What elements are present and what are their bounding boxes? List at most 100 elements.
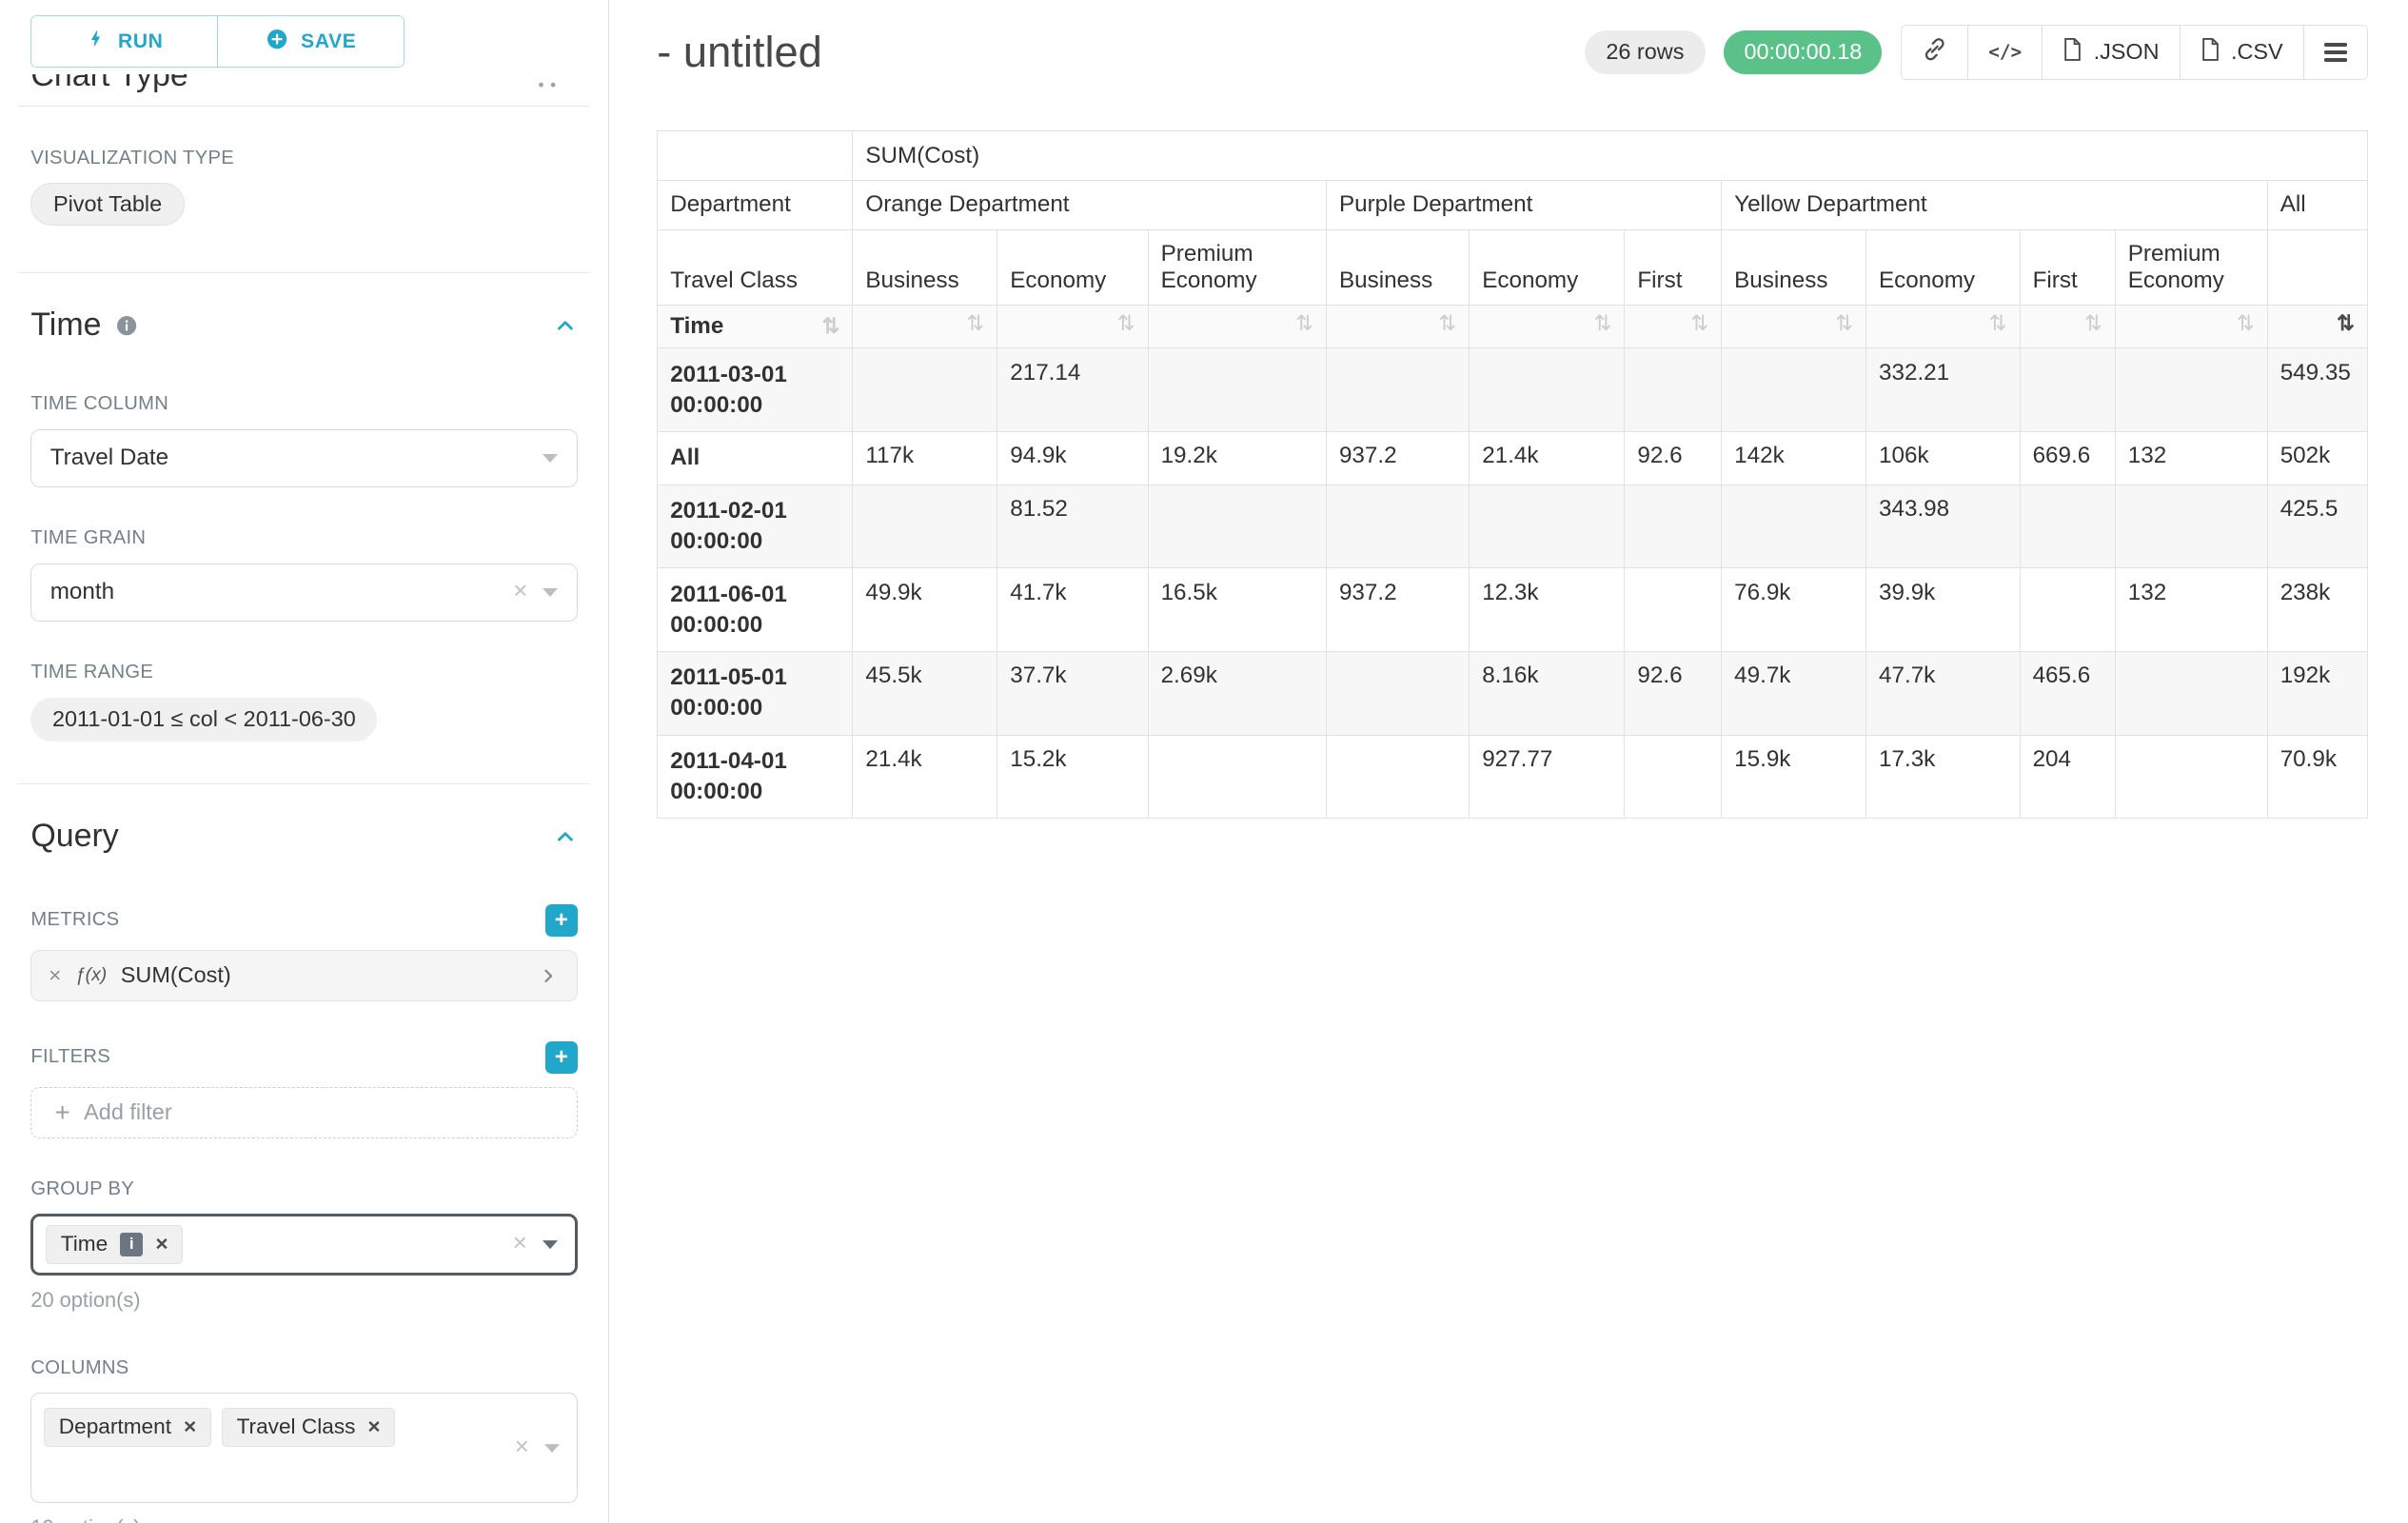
clear-icon[interactable]: ×: [513, 580, 527, 604]
info-icon[interactable]: i: [120, 1233, 143, 1256]
sort-icon[interactable]: ⇅: [1438, 313, 1456, 335]
run-button[interactable]: RUN: [31, 16, 217, 67]
time-grain-select[interactable]: month ×: [30, 564, 578, 622]
add-filter-plus-button[interactable]: +: [545, 1041, 578, 1074]
visualization-type-label: VISUALIZATION TYPE: [30, 148, 578, 169]
sort-icon[interactable]: ⇅: [2237, 313, 2255, 335]
filters-label: FILTERS: [30, 1046, 110, 1068]
sort-icon[interactable]: ⇅: [1295, 313, 1313, 335]
pivot-cell: 549.35: [2267, 348, 2367, 432]
chevron-up-icon[interactable]: [553, 824, 578, 849]
sort-icon[interactable]: ⇅: [1690, 313, 1708, 335]
clear-icon[interactable]: ×: [515, 1435, 529, 1460]
sort-icon[interactable]: ⇅: [966, 313, 984, 335]
pivot-sort-cell: ⇅: [1866, 306, 2021, 348]
remove-tag-icon[interactable]: ×: [367, 1416, 380, 1438]
info-icon[interactable]: [115, 314, 138, 337]
run-save-button-group: RUN SAVE: [30, 15, 405, 68]
time-range-value[interactable]: 2011-01-01 ≤ col < 2011-06-30: [30, 698, 377, 742]
chart-type-section-header: Chart Type ••: [30, 74, 578, 97]
pivot-cell: [1470, 348, 1625, 432]
pivot-row-header: 2011-02-01 00:00:00: [658, 485, 853, 568]
pivot-col-header: Business: [1327, 229, 1470, 306]
pivot-cell: 70.9k: [2267, 735, 2367, 819]
pivot-cell: 238k: [2267, 568, 2367, 652]
sort-icon[interactable]: ⇅: [1835, 313, 1853, 335]
time-column-select[interactable]: Travel Date: [30, 429, 578, 487]
divider: [18, 272, 589, 273]
sort-icon[interactable]: ⇅: [1594, 313, 1612, 335]
sort-icon[interactable]: ⇅: [2084, 313, 2102, 335]
pivot-cell: [853, 485, 997, 568]
pivot-cell: 425.5: [2267, 485, 2367, 568]
chevron-right-icon[interactable]: [538, 965, 560, 987]
pivot-cell: [1625, 348, 1722, 432]
caret-down-icon: [543, 454, 558, 463]
clear-icon[interactable]: ×: [513, 1232, 527, 1256]
sort-icon[interactable]: ⇅: [822, 316, 840, 338]
pivot-cell: 192k: [2267, 651, 2367, 735]
pivot-cell: 41.7k: [997, 568, 1148, 652]
pivot-row-header: All: [658, 432, 853, 485]
sort-icon[interactable]: ⇅: [1989, 313, 2007, 335]
sort-icon-active[interactable]: ⇅: [2337, 313, 2355, 335]
export-json-button[interactable]: .JSON: [2042, 26, 2179, 79]
time-column-value: Travel Date: [50, 445, 168, 471]
remove-metric-icon[interactable]: ×: [49, 963, 61, 988]
pivot-cell: 106k: [1866, 432, 2021, 485]
caret-down-icon[interactable]: [543, 1240, 558, 1249]
pivot-cell: 669.6: [2020, 432, 2115, 485]
pivot-sort-cell: ⇅: [2267, 306, 2367, 348]
group-by-select[interactable]: Time i × ×: [30, 1214, 578, 1276]
pivot-cell: 142k: [1722, 432, 1866, 485]
remove-tag-icon[interactable]: ×: [155, 1234, 168, 1256]
pivot-cell: [2020, 348, 2115, 432]
pivot-table: SUM(Cost)DepartmentOrange DepartmentPurp…: [657, 130, 2368, 819]
pivot-sort-cell: ⇅: [2020, 306, 2115, 348]
pivot-cell: 217.14: [997, 348, 1148, 432]
pivot-cell: 49.9k: [853, 568, 997, 652]
embed-code-button[interactable]: </>: [1967, 26, 2042, 79]
export-csv-label: .CSV: [2231, 39, 2283, 65]
bolt-icon: [86, 28, 106, 55]
share-link-button[interactable]: [1902, 26, 1968, 79]
pivot-cell: 81.52: [997, 485, 1148, 568]
chevron-up-icon[interactable]: [553, 313, 578, 338]
export-csv-button[interactable]: .CSV: [2180, 26, 2303, 79]
save-button[interactable]: SAVE: [217, 16, 404, 67]
pivot-row-header: 2011-03-01 00:00:00: [658, 348, 853, 432]
run-label: RUN: [118, 30, 163, 53]
chart-panel: - untitled 26 rows 00:00:00.18 </>: [609, 0, 2408, 1523]
pivot-corner-cell: [658, 131, 853, 181]
pivot-cell: 2.69k: [1148, 651, 1326, 735]
remove-tag-icon[interactable]: ×: [184, 1416, 196, 1438]
file-icon: [2201, 37, 2220, 68]
pivot-col-header: [2267, 229, 2367, 306]
visualization-type-value[interactable]: Pivot Table: [30, 183, 184, 226]
menu-button[interactable]: [2303, 26, 2367, 79]
pivot-cell: 21.4k: [853, 735, 997, 819]
columns-select[interactable]: Department × Travel Class × ×: [30, 1393, 578, 1503]
metric-item[interactable]: × ƒ(x) SUM(Cost): [30, 950, 578, 1000]
query-section-title: Query: [30, 818, 118, 855]
file-icon: [2063, 37, 2082, 68]
pivot-cell: 76.9k: [1722, 568, 1866, 652]
pivot-cell: 47.7k: [1866, 651, 2021, 735]
link-icon: [1922, 36, 1947, 68]
pivot-cell: [1148, 348, 1326, 432]
divider: [18, 783, 589, 784]
pivot-time-label: Time: [670, 313, 723, 340]
time-grain-label: TIME GRAIN: [30, 527, 578, 549]
pivot-cell: [853, 348, 997, 432]
metrics-label: METRICS: [30, 909, 119, 931]
add-filter-button[interactable]: + Add filter: [30, 1087, 578, 1137]
chart-header: - untitled 26 rows 00:00:00.18 </>: [657, 25, 2368, 80]
caret-down-icon: [543, 588, 558, 597]
sort-icon[interactable]: ⇅: [1117, 313, 1135, 335]
pivot-travel-class-label: Travel Class: [658, 229, 853, 306]
pivot-cell: [1470, 485, 1625, 568]
pivot-sort-cell: ⇅: [853, 306, 997, 348]
pivot-row-dimension-header: Time ⇅: [658, 306, 853, 348]
caret-down-icon[interactable]: [544, 1444, 560, 1453]
add-metric-button[interactable]: +: [545, 904, 578, 937]
